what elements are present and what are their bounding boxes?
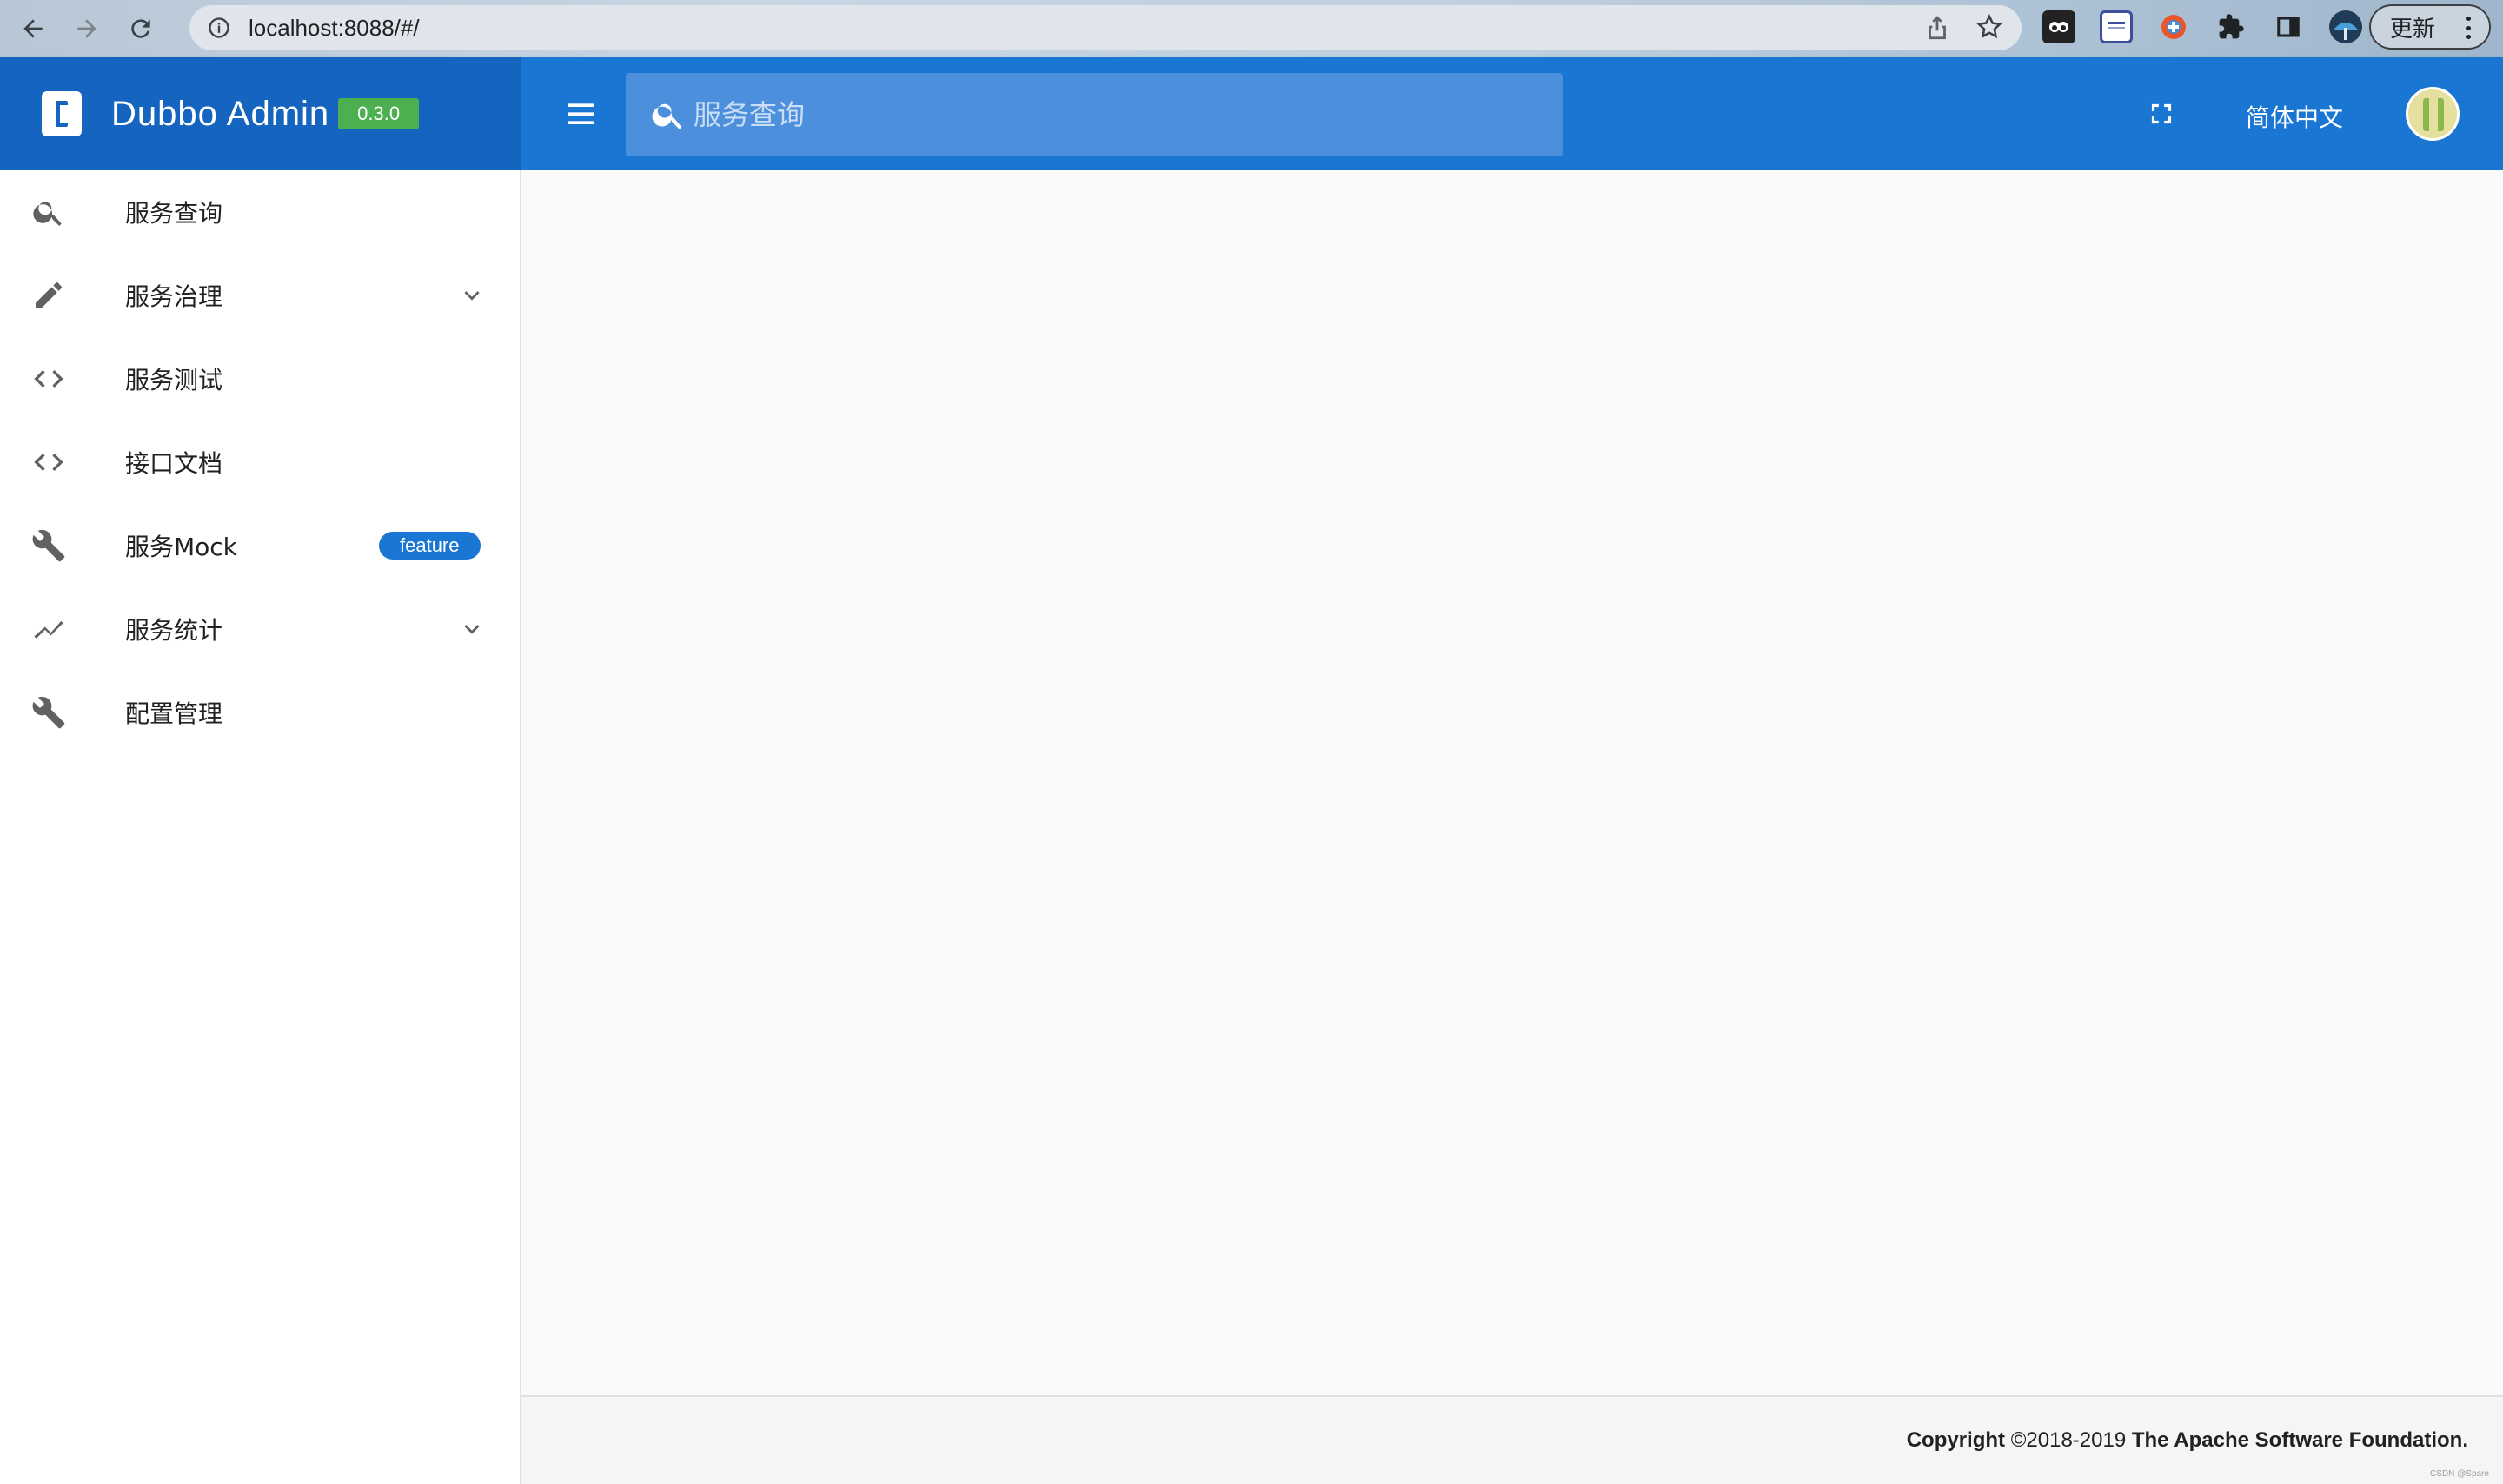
app-header: Dubbo Admin 0.3.0 简体中文 — [0, 57, 2503, 170]
pencil-icon — [31, 278, 66, 313]
sidebar-item-label: 配置管理 — [125, 699, 223, 728]
extension-icon-2[interactable] — [2100, 10, 2133, 43]
sidebar-item-service-governance[interactable]: 服务治理 — [0, 254, 520, 337]
info-icon — [209, 17, 229, 38]
search-box[interactable] — [626, 73, 1563, 156]
url-text: localhost:8088/#/ — [249, 14, 420, 41]
puzzle-icon[interactable] — [2214, 10, 2247, 43]
sidebar-item-label: 服务查询 — [125, 199, 223, 228]
sidebar: 服务查询 服务治理 服务测试 接口文档 服务Mock feature 服务统计 — [0, 170, 521, 1484]
chevron-down-icon[interactable] — [457, 281, 487, 310]
more-vert-icon — [2466, 17, 2472, 39]
extension-icon-3[interactable] — [2157, 10, 2190, 43]
sidepanel-icon[interactable] — [2272, 10, 2305, 43]
profile-icon[interactable] — [2329, 10, 2362, 43]
language-selector[interactable]: 简体中文 — [2246, 99, 2343, 134]
reload-icon — [131, 19, 150, 38]
sidebar-item-api-docs[interactable]: 接口文档 — [0, 421, 520, 504]
share-icon[interactable] — [1922, 12, 1952, 42]
sidebar-item-label: 服务测试 — [125, 366, 223, 394]
hamburger-menu-icon[interactable] — [563, 96, 598, 131]
footer: Copyright ©2018-2019 The Apache Software… — [521, 1395, 2503, 1484]
update-button[interactable]: 更新 — [2369, 4, 2491, 50]
search-icon — [31, 195, 66, 229]
wrench-icon — [31, 528, 66, 563]
feature-badge: feature — [379, 532, 481, 560]
sidebar-item-service-mock[interactable]: 服务Mock feature — [0, 504, 520, 587]
fullscreen-icon[interactable] — [2145, 97, 2178, 130]
avatar[interactable] — [2406, 87, 2460, 141]
dubbo-logo-icon — [42, 91, 82, 136]
forward-button[interactable] — [66, 8, 108, 50]
arrow-right-icon — [77, 19, 96, 38]
copyright-years: ©2018-2019 — [2010, 1428, 2127, 1452]
arrow-left-icon — [23, 19, 43, 38]
search-icon — [652, 103, 682, 129]
update-label: 更新 — [2390, 15, 2436, 42]
copyright-text: Copyright ©2018-2019 The Apache Software… — [1907, 1428, 2468, 1453]
star-icon[interactable] — [1975, 12, 2004, 42]
reload-button[interactable] — [120, 8, 162, 50]
chevron-down-icon[interactable] — [457, 614, 487, 644]
search-input[interactable] — [694, 98, 1476, 131]
browser-toolbar: localhost:8088/#/ 更新 — [0, 0, 2503, 57]
wrench-icon — [31, 695, 66, 730]
brand: Dubbo Admin 0.3.0 — [0, 57, 521, 170]
back-button[interactable] — [12, 8, 54, 50]
main-content — [521, 170, 2503, 1395]
code-icon — [31, 361, 66, 396]
code-icon — [31, 445, 66, 480]
sidebar-item-service-statistics[interactable]: 服务统计 — [0, 587, 520, 671]
sidebar-item-service-test[interactable]: 服务测试 — [0, 337, 520, 421]
extension-icon-1[interactable] — [2042, 10, 2075, 43]
sidebar-item-label: 服务Mock — [125, 533, 237, 561]
sidebar-item-config-management[interactable]: 配置管理 — [0, 671, 520, 754]
trending-up-icon — [31, 612, 66, 646]
copyright-prefix: Copyright — [1906, 1428, 2006, 1452]
brand-name: Dubbo Admin — [111, 94, 330, 133]
copyright-org: The Apache Software Foundation. — [2131, 1428, 2468, 1452]
version-badge: 0.3.0 — [338, 98, 420, 129]
address-bar[interactable]: localhost:8088/#/ — [189, 5, 2022, 50]
watermark: CSDN @Spare — [2430, 1469, 2489, 1479]
sidebar-item-label: 接口文档 — [125, 449, 223, 478]
sidebar-item-label: 服务统计 — [125, 616, 223, 645]
sidebar-item-label: 服务治理 — [125, 282, 223, 311]
sidebar-item-service-query[interactable]: 服务查询 — [0, 170, 520, 254]
